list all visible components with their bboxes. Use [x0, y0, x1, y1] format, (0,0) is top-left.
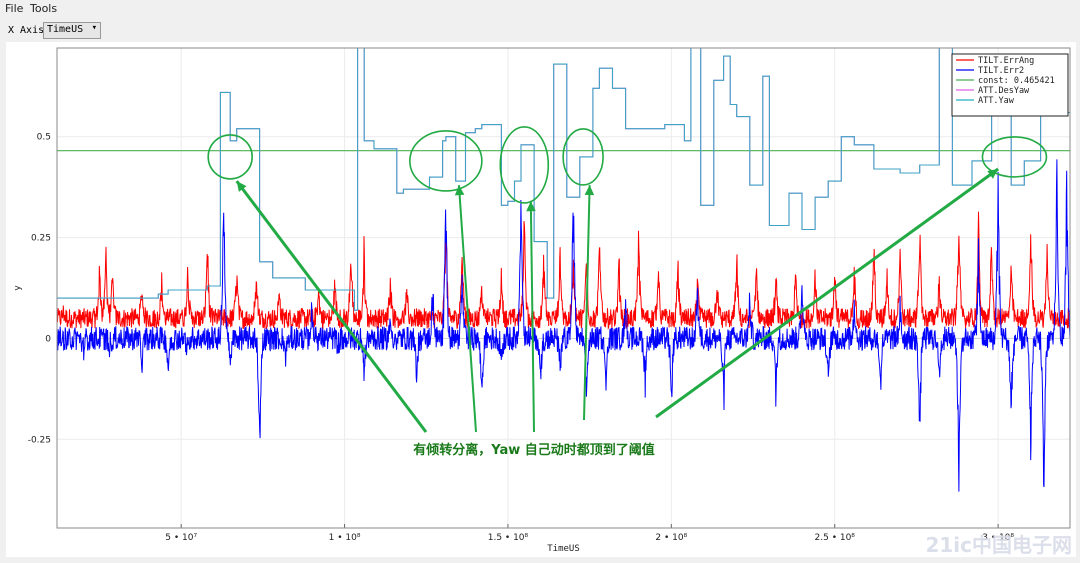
annotation-arrow	[235, 180, 428, 433]
menu-tools[interactable]: Tools	[30, 2, 57, 15]
series-line-att-yaw	[57, 48, 1070, 311]
x-axis-select[interactable]: TimeUS ▾	[43, 22, 101, 39]
plot-area[interactable]: -0.25 0 0.25 0.5 5 • 10⁷ 1 • 10⁸ 1.5 • 10⁸ 2 •…	[6, 42, 1076, 557]
x-axis-select-value: TimeUS	[47, 24, 84, 35]
annotation-circle	[207, 134, 253, 180]
legend-entry: TILT.ErrAng	[978, 56, 1034, 66]
menu-file[interactable]: File	[5, 2, 23, 15]
chevron-down-icon: ▾	[91, 23, 97, 33]
x-axis-title: TimeUS	[547, 544, 580, 554]
y-axis-title: y	[13, 285, 23, 291]
series-line-tilt-err2	[57, 159, 1070, 492]
x-tick-labels: 5 • 10⁷ 1 • 10⁸ 1.5 • 10⁸ 2 • 10⁸ 2.5 • 10⁸ 3…	[165, 533, 1014, 543]
series-line-att-desyaw	[57, 48, 1070, 311]
series-lines	[57, 48, 1070, 492]
y-tick-label: 0.25	[31, 234, 51, 244]
chart-svg[interactable]: -0.25 0 0.25 0.5 5 • 10⁷ 1 • 10⁸ 1.5 • 10⁸ 2 •…	[6, 42, 1076, 557]
legend-entry: ATT.DesYaw	[978, 86, 1030, 96]
x-tick-label: 2 • 10⁸	[655, 533, 687, 543]
x-tick-label: 1 • 10⁸	[329, 533, 361, 543]
menu-bar: File Tools	[0, 0, 1080, 18]
x-axis-toolbar: X Axis TimeUS ▾	[0, 20, 1080, 42]
x-tick-label: 5 • 10⁷	[165, 533, 197, 543]
annotation-arrow	[655, 167, 999, 419]
x-tick-label: 2.5 • 10⁸	[815, 533, 856, 543]
y-tick-label: 0.5	[37, 133, 51, 143]
x-tick-label: 1.5 • 10⁸	[488, 533, 529, 543]
legend-entry: ATT.Yaw	[978, 96, 1015, 106]
y-tick-labels: -0.25 0 0.25 0.5	[28, 133, 52, 446]
legend: TILT.ErrAngTILT.Err2const: 0.465421ATT.D…	[951, 53, 1069, 117]
x-axis-label: X Axis	[8, 25, 45, 36]
y-tick-label: -0.25	[28, 435, 51, 445]
annotation-arrowhead	[584, 185, 595, 196]
annotation-text: 有倾转分离，Yaw 自己动时都顶到了阈值	[413, 442, 655, 458]
legend-entry: const: 0.465421	[978, 76, 1055, 86]
legend-entry: TILT.Err2	[978, 66, 1024, 76]
watermark-text: 21ic中国电子网	[925, 533, 1072, 557]
y-tick-label: 0	[45, 334, 51, 344]
series-line-tilt-errang	[57, 211, 1070, 330]
